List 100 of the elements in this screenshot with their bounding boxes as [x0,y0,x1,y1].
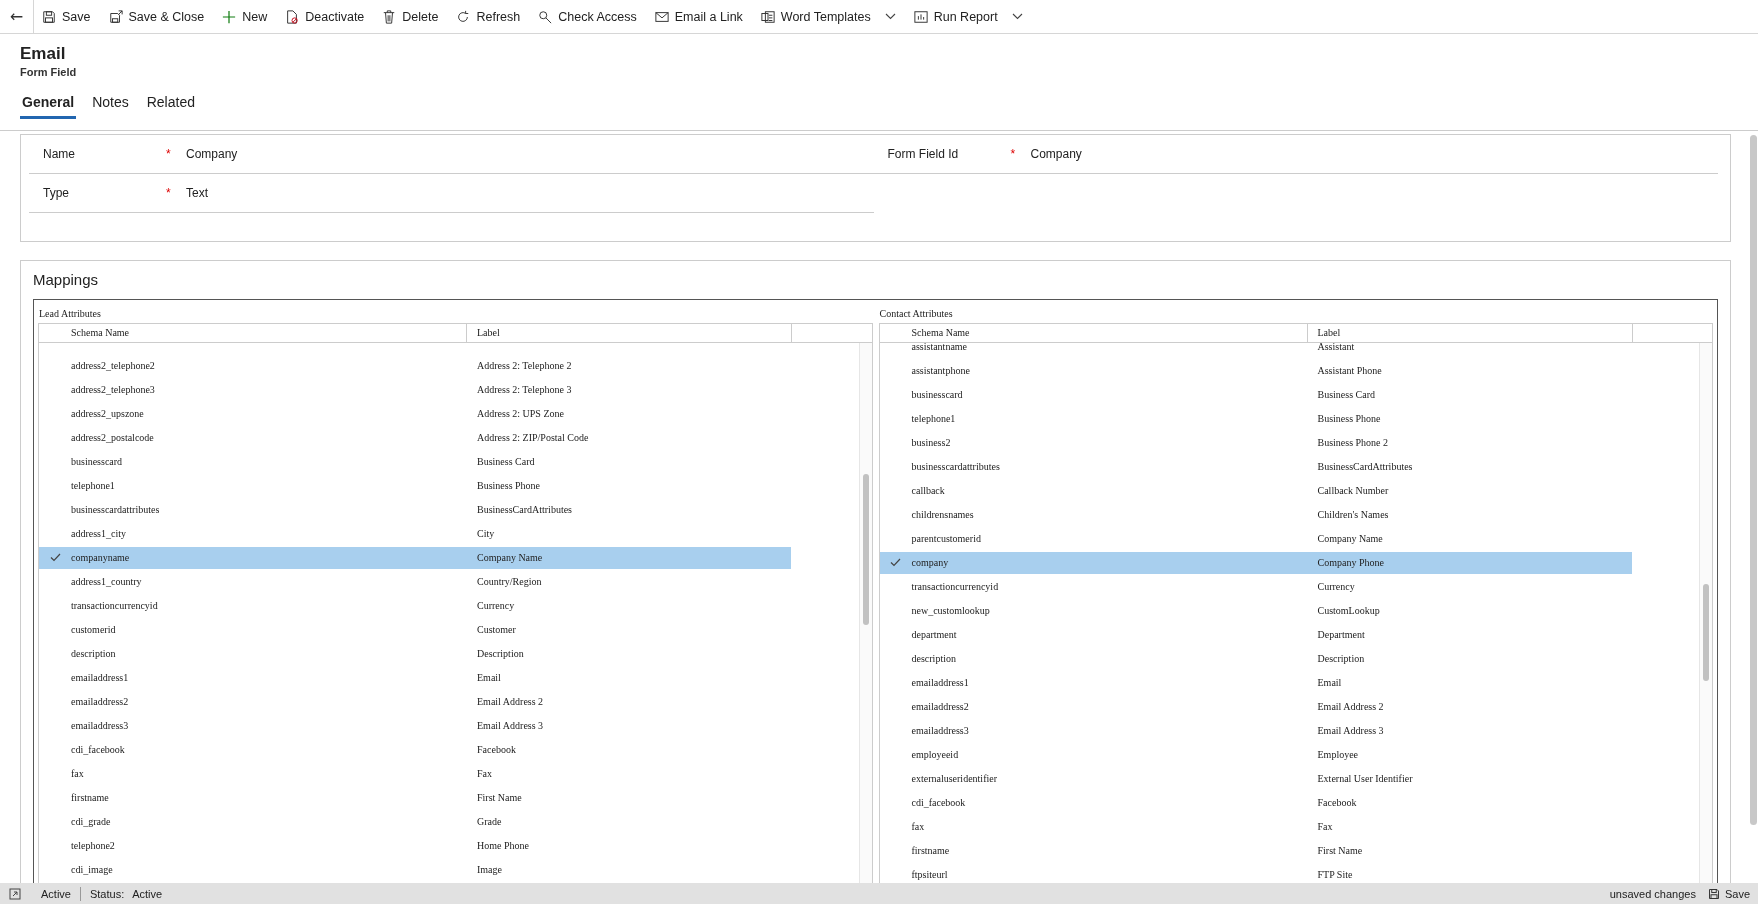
table-cell-text: Address 2: ZIP/Postal Code [476,432,590,444]
table-row[interactable]: emailaddress2 Email Address 2 [39,691,791,713]
scrollbar[interactable] [1750,135,1757,825]
toolbar-button[interactable]: New [214,0,276,34]
tab[interactable]: Notes [90,94,131,119]
column-header[interactable]: Schema Name [71,324,466,342]
table-row[interactable]: department Department [879,624,1632,646]
table-cell-text: department [911,629,958,641]
table-row[interactable]: emailaddress3 Email Address 3 [879,720,1632,742]
table-cell-text: cdi_facebook [911,797,967,809]
table-row[interactable]: cdi_grade Grade [39,811,791,833]
table-row[interactable]: address2_telephone2 Address 2: Telephone 2 [39,355,791,377]
scrollbar[interactable] [1699,343,1712,883]
table-row[interactable]: description Description [39,643,791,665]
table-cell-text: callback [911,485,946,497]
table-cell-text: assistantname [911,343,969,353]
table-row[interactable]: address1_city City [39,523,791,545]
table-row[interactable]: transactioncurrencyid Currency [39,595,791,617]
table-row[interactable]: businesscardattributes BusinessCardAttributes [39,499,791,521]
table-row[interactable]: address2_telephone3 Address 2: Telephone 3 [39,379,791,401]
table-row[interactable]: telephone1 Business Phone [39,475,791,497]
tab[interactable]: Related [144,94,197,119]
table-cell-text: new_customlookup [911,605,991,617]
table-row[interactable]: employeeid Employee [879,744,1632,766]
table-row[interactable]: address2_upszone Address 2: UPS Zone [39,403,791,425]
table-row[interactable]: assistantname Assistant [879,343,1632,358]
table-row[interactable]: address2_postalcode Address 2: ZIP/Postal Code [39,427,791,449]
record-state: Active [41,887,71,900]
envelope-icon [654,9,669,24]
table-row[interactable]: cdi_facebook Facebook [39,739,791,761]
table-row[interactable]: businesscard Business Card [39,451,791,473]
toolbar-button[interactable]: Run Report [905,0,1031,34]
table-row[interactable]: businesscardattributes BusinessCardAttributes [879,456,1632,478]
expand-icon[interactable] [9,887,21,900]
column-header[interactable]: Schema Name [911,324,1307,342]
table-cell-text: Description [1316,653,1366,665]
status-value: Active [132,887,163,900]
tab[interactable]: General [20,94,77,119]
scrollbar[interactable] [858,343,872,883]
toolbar-button[interactable]: Check Access [530,0,645,34]
table-cell-text: Email Address 3 [476,720,545,732]
table-row[interactable]: companyname Company Name [39,547,791,569]
table-row[interactable]: businesscard Business Card [879,384,1632,406]
toolbar-button[interactable]: Save [34,0,99,34]
table-row[interactable]: customerid Customer [39,619,791,641]
table-row[interactable]: telephone2 Home Phone [39,835,791,857]
toolbar-button[interactable]: Save & Close [100,0,213,34]
table-cell-text: parentcustomerid [911,533,982,545]
toolbar-button[interactable]: Refresh [448,0,529,34]
document-icon [760,9,775,24]
column-header[interactable]: Label [466,324,791,342]
toolbar-button[interactable]: Word Templates [752,0,904,34]
table-row[interactable]: firstname First Name [879,840,1632,862]
table-row[interactable]: parentcustomerid Company Name [879,528,1632,550]
table-row[interactable]: description Description [879,648,1632,670]
table-row[interactable]: address1_country Country/Region [39,571,791,593]
table-row[interactable]: transactioncurrencyid Currency [879,576,1632,598]
table-cell-text: transactioncurrencyid [911,581,1000,593]
table-row[interactable]: cdi_facebook Facebook [879,792,1632,814]
table-cell-text: address1_country [71,576,143,588]
column-header[interactable]: Label [1306,324,1632,342]
table-cell-text: Assistant [1316,343,1356,353]
required-mark: * [166,147,171,161]
table-cell-text: cdi_facebook [71,744,126,756]
save-button[interactable]: Save [1707,887,1750,900]
table-row[interactable]: firstname First Name [39,787,791,809]
toolbar-button[interactable]: Deactivate [277,0,373,34]
table-cell-text: Customer [476,624,517,636]
report-icon [913,9,928,24]
table-row[interactable]: cdi_image Image [39,859,791,881]
table-row[interactable]: emailaddress3 Email Address 3 [39,715,791,737]
toolbar-button[interactable]: Email a Link [646,0,751,34]
table-row[interactable]: new_customlookup CustomLookup [879,600,1632,622]
table-row[interactable]: company Company Phone [879,552,1632,574]
table-cell-text: telephone1 [911,413,957,425]
check-icon [49,553,61,563]
table-row[interactable]: fax Fax [879,816,1632,838]
back-button[interactable]: ← [0,0,34,34]
table-cell-text: firstname [71,792,110,804]
status-label: Status: [89,887,125,900]
table-row[interactable]: ftpsiteurl FTP Site [879,864,1632,883]
table-row[interactable]: emailaddress1 Email [879,672,1632,694]
table-row[interactable]: business2 Business Phone 2 [879,432,1632,454]
field-value[interactable]: Company [1030,147,1718,161]
table-row[interactable]: telephone1 Business Phone [879,408,1632,430]
field-value[interactable]: Company [186,147,874,161]
table-row[interactable]: emailaddress1 Email [39,667,791,689]
table-row[interactable]: childrensnames Children's Names [879,504,1632,526]
table-row[interactable]: assistantphone Assistant Phone [879,360,1632,382]
table-cell-text: Description [476,648,525,660]
table-row[interactable]: callback Callback Number [879,480,1632,502]
table-row[interactable]: fax Fax [39,763,791,785]
table-cell-text: Business Card [476,456,536,468]
table-row[interactable]: emailaddress2 Email Address 2 [879,696,1632,718]
toolbar-button[interactable]: Delete [374,0,447,34]
table-cell-text: Fax [476,768,493,780]
table-row[interactable]: externaluseridentifier External User Identifier [879,768,1632,790]
field-value[interactable]: Text [186,186,874,200]
record-title: Email [20,44,67,64]
table-cell-text: Business Phone [1316,413,1382,425]
